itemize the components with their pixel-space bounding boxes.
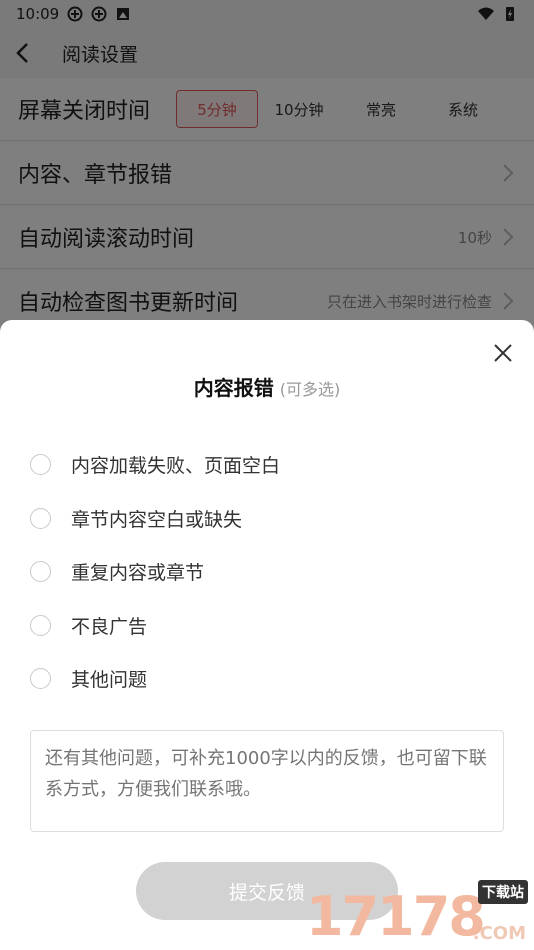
close-icon[interactable] [490,340,516,366]
radio-unchecked-icon[interactable] [30,614,51,636]
watermark-tag: 下载站 [478,880,528,904]
sheet-title: 内容报错 (可多选) [0,372,534,401]
report-option-label: 重复内容或章节 [71,562,205,585]
watermark-number: 17178 [306,885,486,948]
report-options-list: 内容加载失败、页面空白 章节内容空白或缺失 重复内容或章节 不良广告 其他问题 [30,438,510,706]
site-watermark: 17178 下载站 .COM [306,878,532,950]
sheet-title-main: 内容报错 [193,376,274,400]
radio-unchecked-icon[interactable] [30,507,51,529]
report-option-label: 内容加载失败、页面空白 [71,455,281,478]
watermark-suffix: .COM [472,923,526,944]
report-option-duplicate[interactable]: 重复内容或章节 [30,545,510,599]
report-option-label: 其他问题 [71,669,148,692]
report-option-label: 章节内容空白或缺失 [71,508,243,531]
sheet-title-subtitle: (可多选) [279,380,341,399]
report-option-label: 不良广告 [71,615,148,638]
report-option-other[interactable]: 其他问题 [30,652,510,706]
report-option-bad-ads[interactable]: 不良广告 [30,599,510,653]
report-option-load-fail[interactable]: 内容加载失败、页面空白 [30,438,510,492]
report-option-chapter-missing[interactable]: 章节内容空白或缺失 [30,492,510,546]
report-bottom-sheet: 内容报错 (可多选) 内容加载失败、页面空白 章节内容空白或缺失 重复内容或章节 … [0,320,534,950]
radio-unchecked-icon[interactable] [30,454,51,476]
radio-unchecked-icon[interactable] [30,561,51,583]
feedback-textarea[interactable] [30,730,504,832]
radio-unchecked-icon[interactable] [30,668,51,690]
